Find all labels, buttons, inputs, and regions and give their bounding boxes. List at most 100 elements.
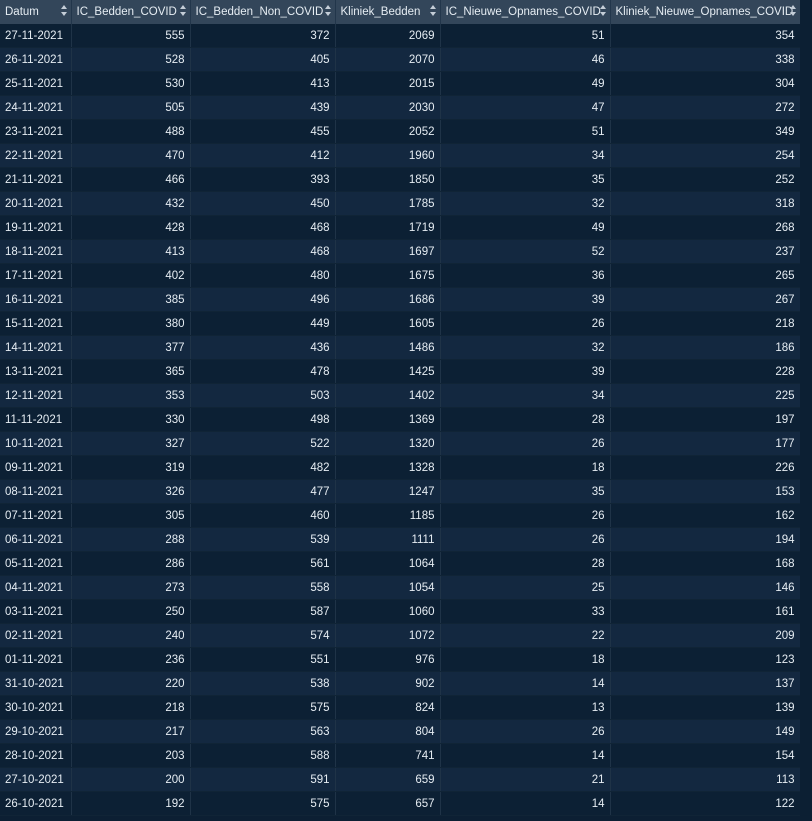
ic-nieuwe-opnames-covid-cell: 18 [440,455,611,480]
kliniek-nieuwe-opnames-covid-cell: 123 [610,647,801,672]
column-header-kliniek-bedden[interactable]: Kliniek_Bedden [335,0,441,24]
table-row: 26-11-2021 528 405 2070 46 338 [0,47,801,72]
ic-bedden-covid-cell: 218 [71,695,191,720]
kliniek-nieuwe-opnames-covid-cell: 268 [610,215,801,240]
ic-bedden-non-covid-cell: 558 [190,575,336,600]
ic-bedden-covid-cell: 505 [71,95,191,120]
kliniek-nieuwe-opnames-covid-cell: 168 [610,551,801,576]
kliniek-bedden-cell: 1369 [335,407,441,432]
table-row: 10-11-2021 327 522 1320 26 177 [0,431,801,456]
datum-cell: 26-10-2021 [0,791,72,816]
ic-bedden-covid-cell: 380 [71,311,191,336]
ic-nieuwe-opnames-covid-cell: 14 [440,743,611,768]
table-row: 06-11-2021 288 539 1111 26 194 [0,527,801,552]
table-header: Datum IC_Bedden_COVID IC_Bedden_Non_COVI… [0,0,801,24]
ic-nieuwe-opnames-covid-cell: 26 [440,311,611,336]
datum-cell: 24-11-2021 [0,95,72,120]
table-row: 18-11-2021 413 468 1697 52 237 [0,239,801,264]
datum-cell: 06-11-2021 [0,527,72,552]
ic-nieuwe-opnames-covid-cell: 34 [440,383,611,408]
ic-bedden-covid-cell: 326 [71,479,191,504]
ic-bedden-covid-cell: 217 [71,719,191,744]
column-header-ic-bedden-non-covid[interactable]: IC_Bedden_Non_COVID [190,0,336,24]
column-header-datum[interactable]: Datum [0,0,72,24]
table-row: 23-11-2021 488 455 2052 51 349 [0,119,801,144]
datum-cell: 08-11-2021 [0,479,72,504]
kliniek-bedden-cell: 1605 [335,311,441,336]
ic-bedden-non-covid-cell: 561 [190,551,336,576]
table-row: 17-11-2021 402 480 1675 36 265 [0,263,801,288]
kliniek-nieuwe-opnames-covid-cell: 161 [610,599,801,624]
sort-arrows-icon[interactable] [789,5,796,17]
datum-cell: 28-10-2021 [0,743,72,768]
column-header-label: IC_Nieuwe_Opnames_COVID [445,6,601,18]
ic-nieuwe-opnames-covid-cell: 49 [440,71,611,96]
column-header-ic-bedden-covid[interactable]: IC_Bedden_COVID [71,0,191,24]
kliniek-nieuwe-opnames-covid-cell: 318 [610,191,801,216]
table-row: 09-11-2021 319 482 1328 18 226 [0,455,801,480]
ic-bedden-non-covid-cell: 575 [190,695,336,720]
table-row: 27-11-2021 555 372 2069 51 354 [0,24,801,48]
kliniek-bedden-cell: 1328 [335,455,441,480]
table-row: 01-11-2021 236 551 976 18 123 [0,647,801,672]
table-row: 21-11-2021 466 393 1850 35 252 [0,167,801,192]
ic-bedden-covid-cell: 319 [71,455,191,480]
datum-cell: 16-11-2021 [0,287,72,312]
sort-arrows-icon[interactable] [179,5,186,17]
table-row: 12-11-2021 353 503 1402 34 225 [0,383,801,408]
sort-arrows-icon[interactable] [60,5,67,17]
ic-nieuwe-opnames-covid-cell: 22 [440,623,611,648]
ic-bedden-covid-cell: 413 [71,239,191,264]
datum-cell: 13-11-2021 [0,359,72,384]
kliniek-bedden-cell: 1054 [335,575,441,600]
kliniek-nieuwe-opnames-covid-cell: 272 [610,95,801,120]
table-row: 31-10-2021 220 538 902 14 137 [0,671,801,696]
table-row: 30-10-2021 218 575 824 13 139 [0,695,801,720]
ic-bedden-non-covid-cell: 587 [190,599,336,624]
table-row: 15-11-2021 380 449 1605 26 218 [0,311,801,336]
ic-nieuwe-opnames-covid-cell: 26 [440,503,611,528]
ic-nieuwe-opnames-covid-cell: 26 [440,719,611,744]
sort-arrows-icon[interactable] [599,5,606,17]
ic-bedden-covid-cell: 192 [71,791,191,816]
table-row: 29-10-2021 217 563 804 26 149 [0,719,801,744]
ic-bedden-covid-cell: 327 [71,431,191,456]
ic-nieuwe-opnames-covid-cell: 28 [440,551,611,576]
ic-bedden-non-covid-cell: 468 [190,215,336,240]
datum-cell: 11-11-2021 [0,407,72,432]
kliniek-bedden-cell: 1686 [335,287,441,312]
datum-cell: 02-11-2021 [0,623,72,648]
ic-bedden-non-covid-cell: 498 [190,407,336,432]
table-row: 26-10-2021 192 575 657 14 122 [0,791,801,816]
ic-nieuwe-opnames-covid-cell: 35 [440,167,611,192]
kliniek-nieuwe-opnames-covid-cell: 113 [610,767,801,792]
column-header-label: Kliniek_Bedden [340,6,421,18]
kliniek-nieuwe-opnames-covid-cell: 154 [610,743,801,768]
ic-bedden-covid-cell: 273 [71,575,191,600]
kliniek-nieuwe-opnames-covid-cell: 146 [610,575,801,600]
ic-bedden-covid-cell: 365 [71,359,191,384]
ic-bedden-covid-cell: 385 [71,287,191,312]
datum-cell: 05-11-2021 [0,551,72,576]
ic-bedden-non-covid-cell: 439 [190,95,336,120]
datum-cell: 17-11-2021 [0,263,72,288]
sort-arrows-icon[interactable] [429,5,436,17]
column-header-kliniek-nieuwe-opnames-covid[interactable]: Kliniek_Nieuwe_Opnames_COVID [610,0,801,24]
ic-bedden-covid-cell: 286 [71,551,191,576]
kliniek-nieuwe-opnames-covid-cell: 122 [610,791,801,816]
datum-cell: 04-11-2021 [0,575,72,600]
sort-arrows-icon[interactable] [324,5,331,17]
ic-bedden-non-covid-cell: 468 [190,239,336,264]
ic-bedden-covid-cell: 377 [71,335,191,360]
kliniek-bedden-cell: 1425 [335,359,441,384]
column-header-ic-nieuwe-opnames-covid[interactable]: IC_Nieuwe_Opnames_COVID [440,0,611,24]
kliniek-nieuwe-opnames-covid-cell: 254 [610,143,801,168]
ic-bedden-non-covid-cell: 436 [190,335,336,360]
ic-nieuwe-opnames-covid-cell: 46 [440,47,611,72]
ic-nieuwe-opnames-covid-cell: 28 [440,407,611,432]
kliniek-bedden-cell: 1072 [335,623,441,648]
datum-cell: 19-11-2021 [0,215,72,240]
vertical-scrollbar[interactable] [800,0,812,821]
datum-cell: 20-11-2021 [0,191,72,216]
table-row: 13-11-2021 365 478 1425 39 228 [0,359,801,384]
